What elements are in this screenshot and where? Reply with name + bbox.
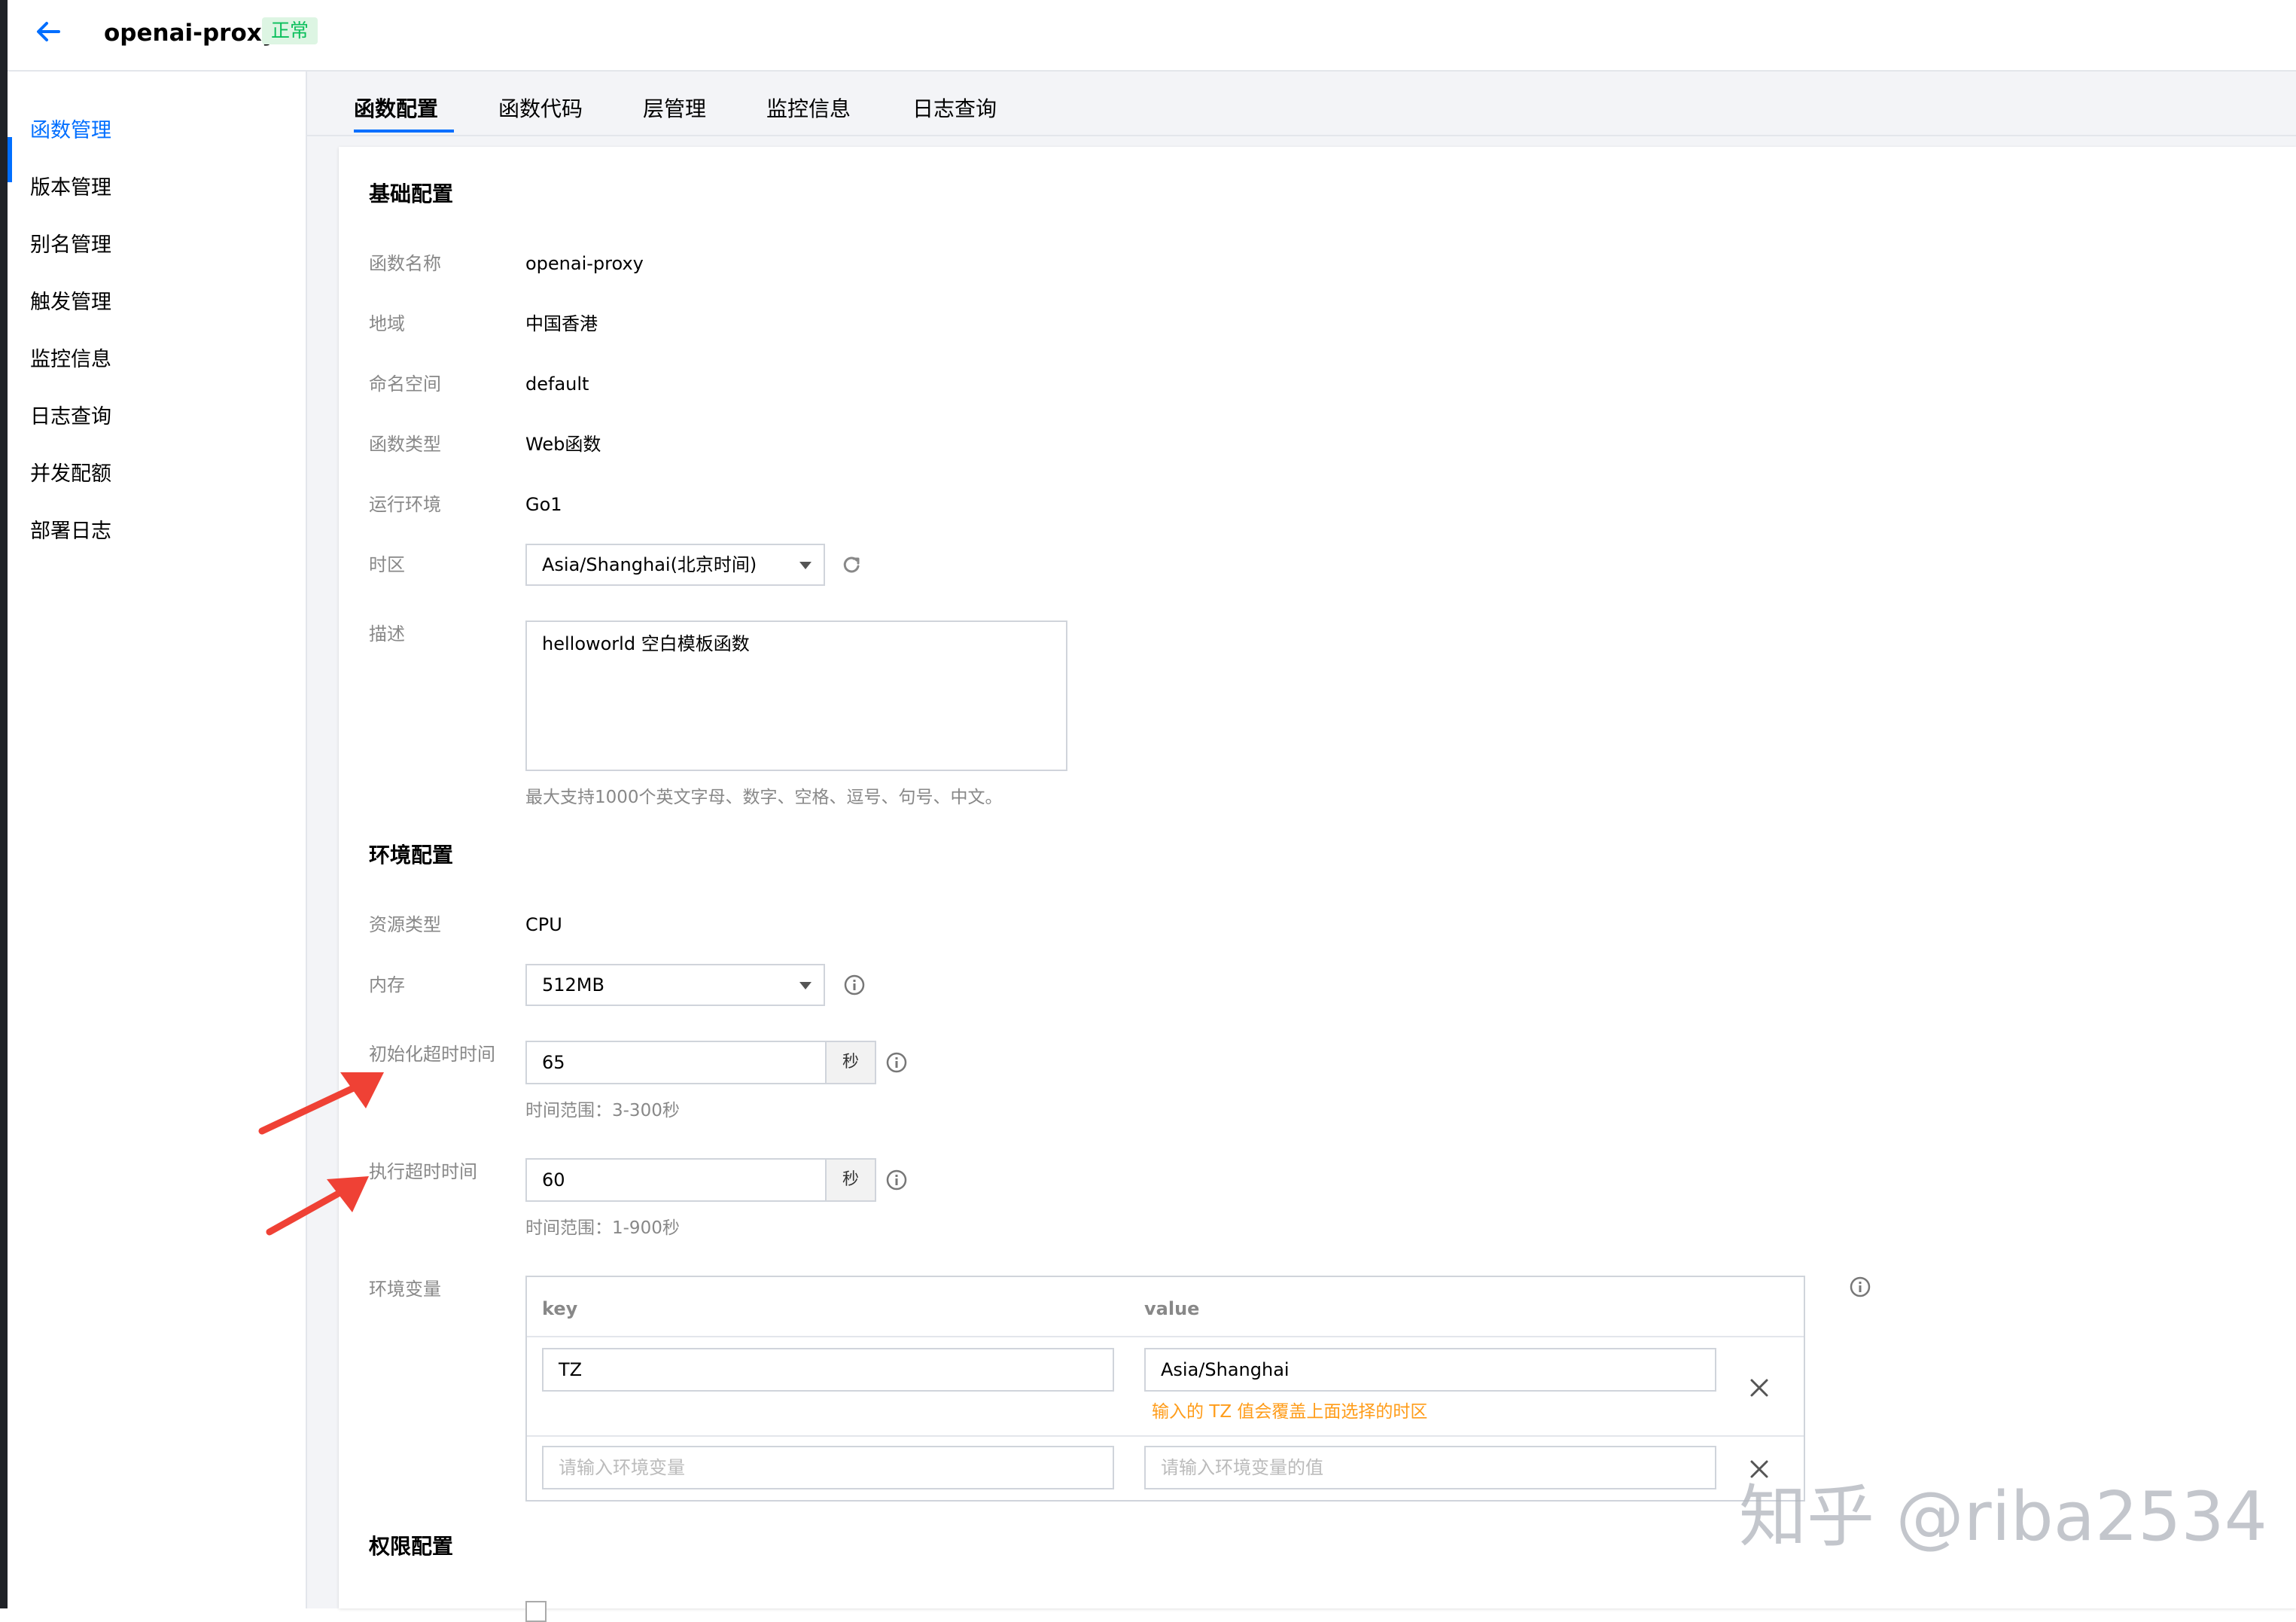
function-name-value: openai-proxy — [525, 253, 644, 274]
exec-timeout-hint: 时间范围：1-900秒 — [525, 1218, 680, 1238]
init-timeout-unit: 秒 — [825, 1041, 876, 1084]
runtime-value: Go1 — [525, 494, 562, 515]
tab-monitoring[interactable]: 监控信息 — [766, 94, 851, 124]
tz-override-warning: 输入的 TZ 值会覆盖上面选择的时区 — [1152, 1402, 1428, 1422]
annotation-arrow-icon — [266, 1176, 369, 1236]
sidebar-item-version-management[interactable]: 版本管理 — [30, 173, 111, 203]
env-key-header: key — [542, 1298, 578, 1319]
description-textarea[interactable]: helloworld 空白模板函数 — [525, 620, 1067, 771]
tab-log-query[interactable]: 日志查询 — [912, 94, 997, 124]
sidebar-item-log-query[interactable]: 日志查询 — [30, 402, 111, 432]
exec-timeout-unit: 秒 — [825, 1158, 876, 1202]
left-edge-bar — [0, 0, 8, 1608]
env-value-placeholder: 请输入环境变量的值 — [1161, 1457, 1323, 1478]
function-type-label: 函数类型 — [369, 434, 441, 455]
sidebar-item-concurrency-quota[interactable]: 并发配额 — [30, 459, 111, 489]
sidebar-item-monitoring[interactable]: 监控信息 — [30, 345, 111, 375]
region-label: 地域 — [369, 313, 405, 334]
tab-layer-management[interactable]: 层管理 — [643, 94, 706, 124]
table-divider — [527, 1336, 1804, 1337]
chevron-down-icon — [799, 982, 812, 989]
env-key-input-empty[interactable]: 请输入环境变量 — [542, 1446, 1114, 1489]
env-config-title: 环境配置 — [369, 843, 454, 867]
region-value: 中国香港 — [525, 313, 598, 334]
env-value-value: Asia/Shanghai — [1161, 1359, 1290, 1380]
tab-function-code[interactable]: 函数代码 — [498, 94, 583, 124]
permission-config-title: 权限配置 — [369, 1534, 454, 1559]
sidebar-item-deploy-log[interactable]: 部署日志 — [30, 517, 111, 547]
env-key-value: TZ — [559, 1359, 583, 1380]
exec-timeout-input[interactable]: 60 — [525, 1158, 827, 1202]
sidebar-active-indicator — [8, 137, 12, 182]
init-timeout-hint: 时间范围：3-300秒 — [525, 1101, 680, 1120]
description-hint: 最大支持1000个英文字母、数字、空格、逗号、句号、中文。 — [525, 788, 1003, 807]
timezone-selected-value: Asia/Shanghai(北京时间) — [542, 554, 757, 575]
env-key-placeholder: 请输入环境变量 — [559, 1457, 685, 1478]
description-text: helloworld 空白模板函数 — [542, 633, 750, 654]
init-timeout-input[interactable]: 65 — [525, 1041, 827, 1084]
env-value-input-empty[interactable]: 请输入环境变量的值 — [1144, 1446, 1716, 1489]
basic-config-title: 基础配置 — [369, 181, 454, 206]
env-key-input[interactable]: TZ — [542, 1348, 1114, 1392]
sidebar-item-alias-management[interactable]: 别名管理 — [30, 230, 111, 261]
function-name-label: 函数名称 — [369, 253, 441, 274]
annotation-arrow-icon — [258, 1072, 384, 1135]
memory-label: 内存 — [369, 974, 405, 995]
memory-select[interactable]: 512MB — [525, 964, 825, 1006]
env-vars-label: 环境变量 — [369, 1279, 441, 1300]
info-icon[interactable] — [885, 1169, 908, 1191]
info-icon[interactable] — [885, 1051, 908, 1074]
description-label: 描述 — [369, 623, 405, 645]
resource-type-label: 资源类型 — [369, 914, 441, 935]
chevron-down-icon — [799, 562, 812, 569]
function-type-value: Web函数 — [525, 434, 601, 455]
tab-function-config[interactable]: 函数配置 — [354, 94, 438, 124]
timezone-label: 时区 — [369, 554, 405, 575]
table-divider — [527, 1435, 1804, 1437]
namespace-label: 命名空间 — [369, 373, 441, 395]
top-header — [8, 0, 2296, 72]
timezone-select[interactable]: Asia/Shanghai(北京时间) — [525, 544, 825, 586]
runtime-label: 运行环境 — [369, 494, 441, 515]
exec-timeout-label: 执行超时时间 — [369, 1161, 477, 1182]
watermark: 知乎 @riba2534 — [1739, 1477, 2267, 1556]
init-timeout-value: 65 — [542, 1052, 565, 1073]
function-title: openai-proxy — [104, 20, 277, 47]
info-icon[interactable] — [843, 974, 866, 996]
permission-checkbox[interactable] — [525, 1601, 547, 1622]
memory-selected-value: 512MB — [542, 974, 604, 995]
exec-timeout-value: 60 — [542, 1169, 565, 1191]
sidebar-item-trigger-management[interactable]: 触发管理 — [30, 288, 111, 318]
namespace-value: default — [525, 373, 589, 395]
back-arrow-icon[interactable] — [35, 18, 62, 45]
env-value-header: value — [1144, 1298, 1200, 1319]
active-tab-underline — [354, 130, 454, 133]
refresh-icon[interactable] — [840, 553, 863, 576]
env-value-input[interactable]: Asia/Shanghai — [1144, 1348, 1716, 1392]
close-icon[interactable] — [1748, 1377, 1771, 1399]
status-badge: 正常 — [262, 17, 318, 44]
resource-type-value: CPU — [525, 914, 562, 935]
info-icon[interactable] — [1849, 1276, 1871, 1298]
tab-bar: 函数配置 函数代码 层管理 监控信息 日志查询 — [307, 72, 2296, 136]
sidebar-item-function-management[interactable]: 函数管理 — [30, 116, 111, 146]
